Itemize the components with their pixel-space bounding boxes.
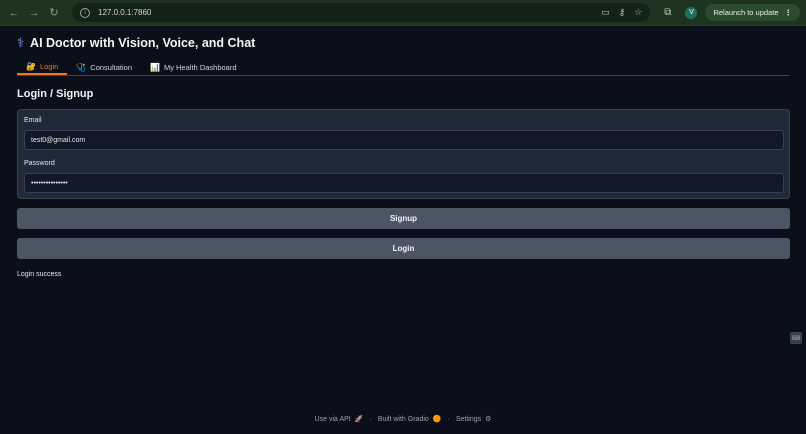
rocket-icon: 🚀 — [354, 416, 364, 423]
login-form: Email test0@gmail.com Password •••••••••… — [17, 109, 790, 199]
tab-login[interactable]: 🔐 Login — [17, 59, 68, 75]
browser-toolbar: ← → ↻ i 127.0.0.1:7860 ▭ ⚷ ☆ ⧉ V Relaunc… — [0, 0, 806, 26]
password-key-icon[interactable]: ⚷ — [619, 7, 626, 18]
url-text: 127.0.0.1:7860 — [98, 8, 152, 17]
tab-bar: 🔐 Login 🩺 Consultation 📊 My Health Dashb… — [17, 59, 789, 76]
password-field[interactable]: ••••••••••••••• — [24, 173, 784, 193]
reload-icon[interactable]: ↻ — [46, 5, 62, 21]
built-with-gradio-link[interactable]: Built with Gradio 🟠 — [378, 415, 442, 423]
gear-icon: ⚙ — [485, 416, 492, 423]
cast-icon[interactable]: ▭ — [601, 7, 610, 18]
stethoscope-icon: 🩺 — [76, 62, 87, 72]
extensions-puzzle-icon[interactable]: ⧉ — [664, 7, 671, 18]
footer-separator: · — [369, 415, 372, 423]
relaunch-button[interactable]: Relaunch to update ⋮ — [705, 4, 800, 21]
tab-label: Consultation — [90, 62, 132, 72]
settings-link[interactable]: Settings ⚙ — [456, 415, 492, 423]
email-label: Email — [24, 117, 42, 124]
stethoscope-icon: ⚕ — [17, 35, 25, 50]
password-label: Password — [24, 160, 55, 167]
email-field[interactable]: test0@gmail.com — [24, 130, 784, 150]
address-bar[interactable]: i 127.0.0.1:7860 ▭ ⚷ ☆ — [72, 3, 651, 22]
footer: Use via API 🚀 · Built with Gradio 🟠 · Sett… — [0, 415, 806, 424]
keyboard-shortcut-icon[interactable]: ⌨ — [790, 332, 802, 344]
site-info-icon[interactable]: i — [80, 7, 90, 18]
page-title: AI Doctor with Vision, Voice, and Chat — [30, 36, 256, 50]
footer-separator: · — [447, 415, 450, 423]
chart-icon: 📊 — [150, 62, 160, 72]
tab-dashboard[interactable]: 📊 My Health Dashboard — [141, 59, 246, 75]
profile-avatar[interactable]: V — [685, 6, 698, 19]
section-title: Login / Signup — [17, 88, 94, 100]
use-api-link[interactable]: Use via API 🚀 — [315, 415, 364, 423]
bookmark-star-icon[interactable]: ☆ — [634, 7, 642, 18]
tab-label: Login — [39, 61, 59, 71]
title-row: ⚕ AI Doctor with Vision, Voice, and Chat — [17, 35, 789, 50]
relaunch-label: Relaunch to update — [713, 8, 779, 17]
lock-icon: 🔐 — [26, 61, 36, 71]
tab-label: My Health Dashboard — [163, 62, 237, 72]
gradio-logo-icon: 🟠 — [432, 416, 442, 423]
signup-button[interactable]: Signup — [17, 208, 790, 229]
app-container: ⚕ AI Doctor with Vision, Voice, and Chat… — [0, 35, 806, 278]
back-arrow-icon[interactable]: ← — [6, 5, 22, 21]
forward-arrow-icon[interactable]: → — [26, 5, 42, 21]
login-button[interactable]: Login — [17, 238, 790, 259]
status-message: Login success — [17, 271, 62, 278]
tab-consultation[interactable]: 🩺 Consultation — [67, 59, 141, 75]
menu-dots-icon: ⋮ — [784, 8, 793, 17]
